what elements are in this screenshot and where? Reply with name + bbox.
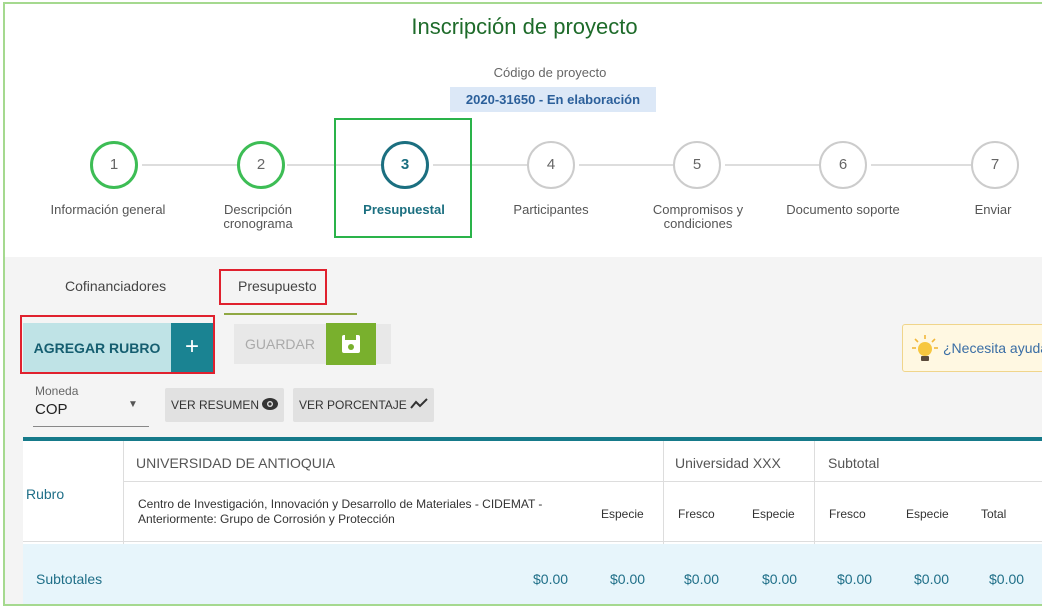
subtotal-value: $0.00 <box>533 571 569 587</box>
ver-porcentaje-label: VER PORCENTAJE <box>299 398 407 412</box>
lightbulb-icon <box>912 335 938 366</box>
floppy-disk-icon <box>326 323 376 365</box>
tab-cofinanciadores[interactable]: Cofinanciadores <box>65 278 166 294</box>
add-button-highlight <box>20 315 215 374</box>
step-connector <box>579 164 675 166</box>
subtotal-value: $0.00 <box>837 571 873 587</box>
project-code-label: Código de proyecto <box>493 65 607 80</box>
step-7-circle[interactable]: 7 <box>971 141 1019 189</box>
help-button[interactable]: ¿Necesita ayuda <box>902 324 1042 372</box>
budget-table: Rubro UNIVERSIDAD DE ANTIOQUIA Universid… <box>23 437 1042 604</box>
save-label: GUARDAR <box>244 336 315 352</box>
page-title: Inscripción de proyecto <box>411 14 638 39</box>
project-code-badge: 2020-31650 - En elaboración <box>450 87 656 112</box>
step-connector <box>871 164 971 166</box>
col-divider <box>123 441 124 544</box>
ver-porcentaje-button[interactable]: VER PORCENTAJE <box>293 388 435 422</box>
step-7-label[interactable]: Enviar <box>953 203 1033 217</box>
group-header-uxxx: Universidad XXX <box>675 455 781 471</box>
row-divider <box>123 481 1042 482</box>
col-fresco-sub: Fresco <box>829 507 866 521</box>
step-6-circle[interactable]: 6 <box>819 141 867 189</box>
col-fresco-uxxx: Fresco <box>678 507 715 521</box>
step-1-circle[interactable]: 1 <box>90 141 138 189</box>
row-divider <box>23 541 1042 542</box>
step-5-label[interactable]: Compromisos y condiciones <box>643 203 753 231</box>
step-connector <box>725 164 821 166</box>
col-especie-uxxx: Especie <box>752 507 795 521</box>
tab-highlight <box>219 269 327 305</box>
subtotal-value: $0.00 <box>762 571 798 587</box>
step-4-circle[interactable]: 4 <box>527 141 575 189</box>
step-1-label[interactable]: Información general <box>38 203 178 217</box>
entity-name: Centro de Investigación, Innovación y De… <box>138 497 543 526</box>
col-especie-udea: Especie <box>601 507 644 521</box>
subtotales-label: Subtotales <box>36 571 103 587</box>
tab-active-underline <box>224 313 357 315</box>
step-5-circle[interactable]: 5 <box>673 141 721 189</box>
page-frame: Inscripción de proyecto Código de proyec… <box>3 2 1042 606</box>
step-2-label[interactable]: Descripción cronograma <box>203 203 313 231</box>
currency-select[interactable]: COP <box>35 401 68 418</box>
subtotal-value: $0.00 <box>610 571 646 587</box>
col-divider <box>663 441 664 544</box>
rubro-header: Rubro <box>26 486 65 502</box>
step-6-label[interactable]: Documento soporte <box>773 203 913 217</box>
col-especie-sub: Especie <box>906 507 949 521</box>
help-label: ¿Necesita ayuda <box>943 340 1042 356</box>
currency-label: Moneda <box>35 384 79 398</box>
subtotal-value: $0.00 <box>684 571 720 587</box>
caret-down-icon[interactable]: ▼ <box>128 399 138 410</box>
step-connector <box>142 164 237 166</box>
step-2-circle[interactable]: 2 <box>237 141 285 189</box>
subtotal-value: $0.00 <box>914 571 950 587</box>
ver-resumen-label: VER RESUMEN <box>171 398 260 412</box>
subtotal-value: $0.00 <box>989 571 1025 587</box>
col-divider <box>814 441 815 544</box>
eye-icon <box>262 398 279 410</box>
save-button[interactable]: GUARDAR <box>234 323 391 365</box>
group-header-subtotal: Subtotal <box>828 455 880 471</box>
step-4-label[interactable]: Participantes <box>481 203 621 217</box>
col-total: Total <box>981 507 1007 521</box>
ver-resumen-button[interactable]: VER RESUMEN <box>165 388 285 422</box>
group-header-udea: UNIVERSIDAD DE ANTIOQUIA <box>136 455 336 471</box>
currency-underline <box>33 426 149 427</box>
trending-icon <box>410 398 428 409</box>
active-step-highlight <box>334 118 472 238</box>
